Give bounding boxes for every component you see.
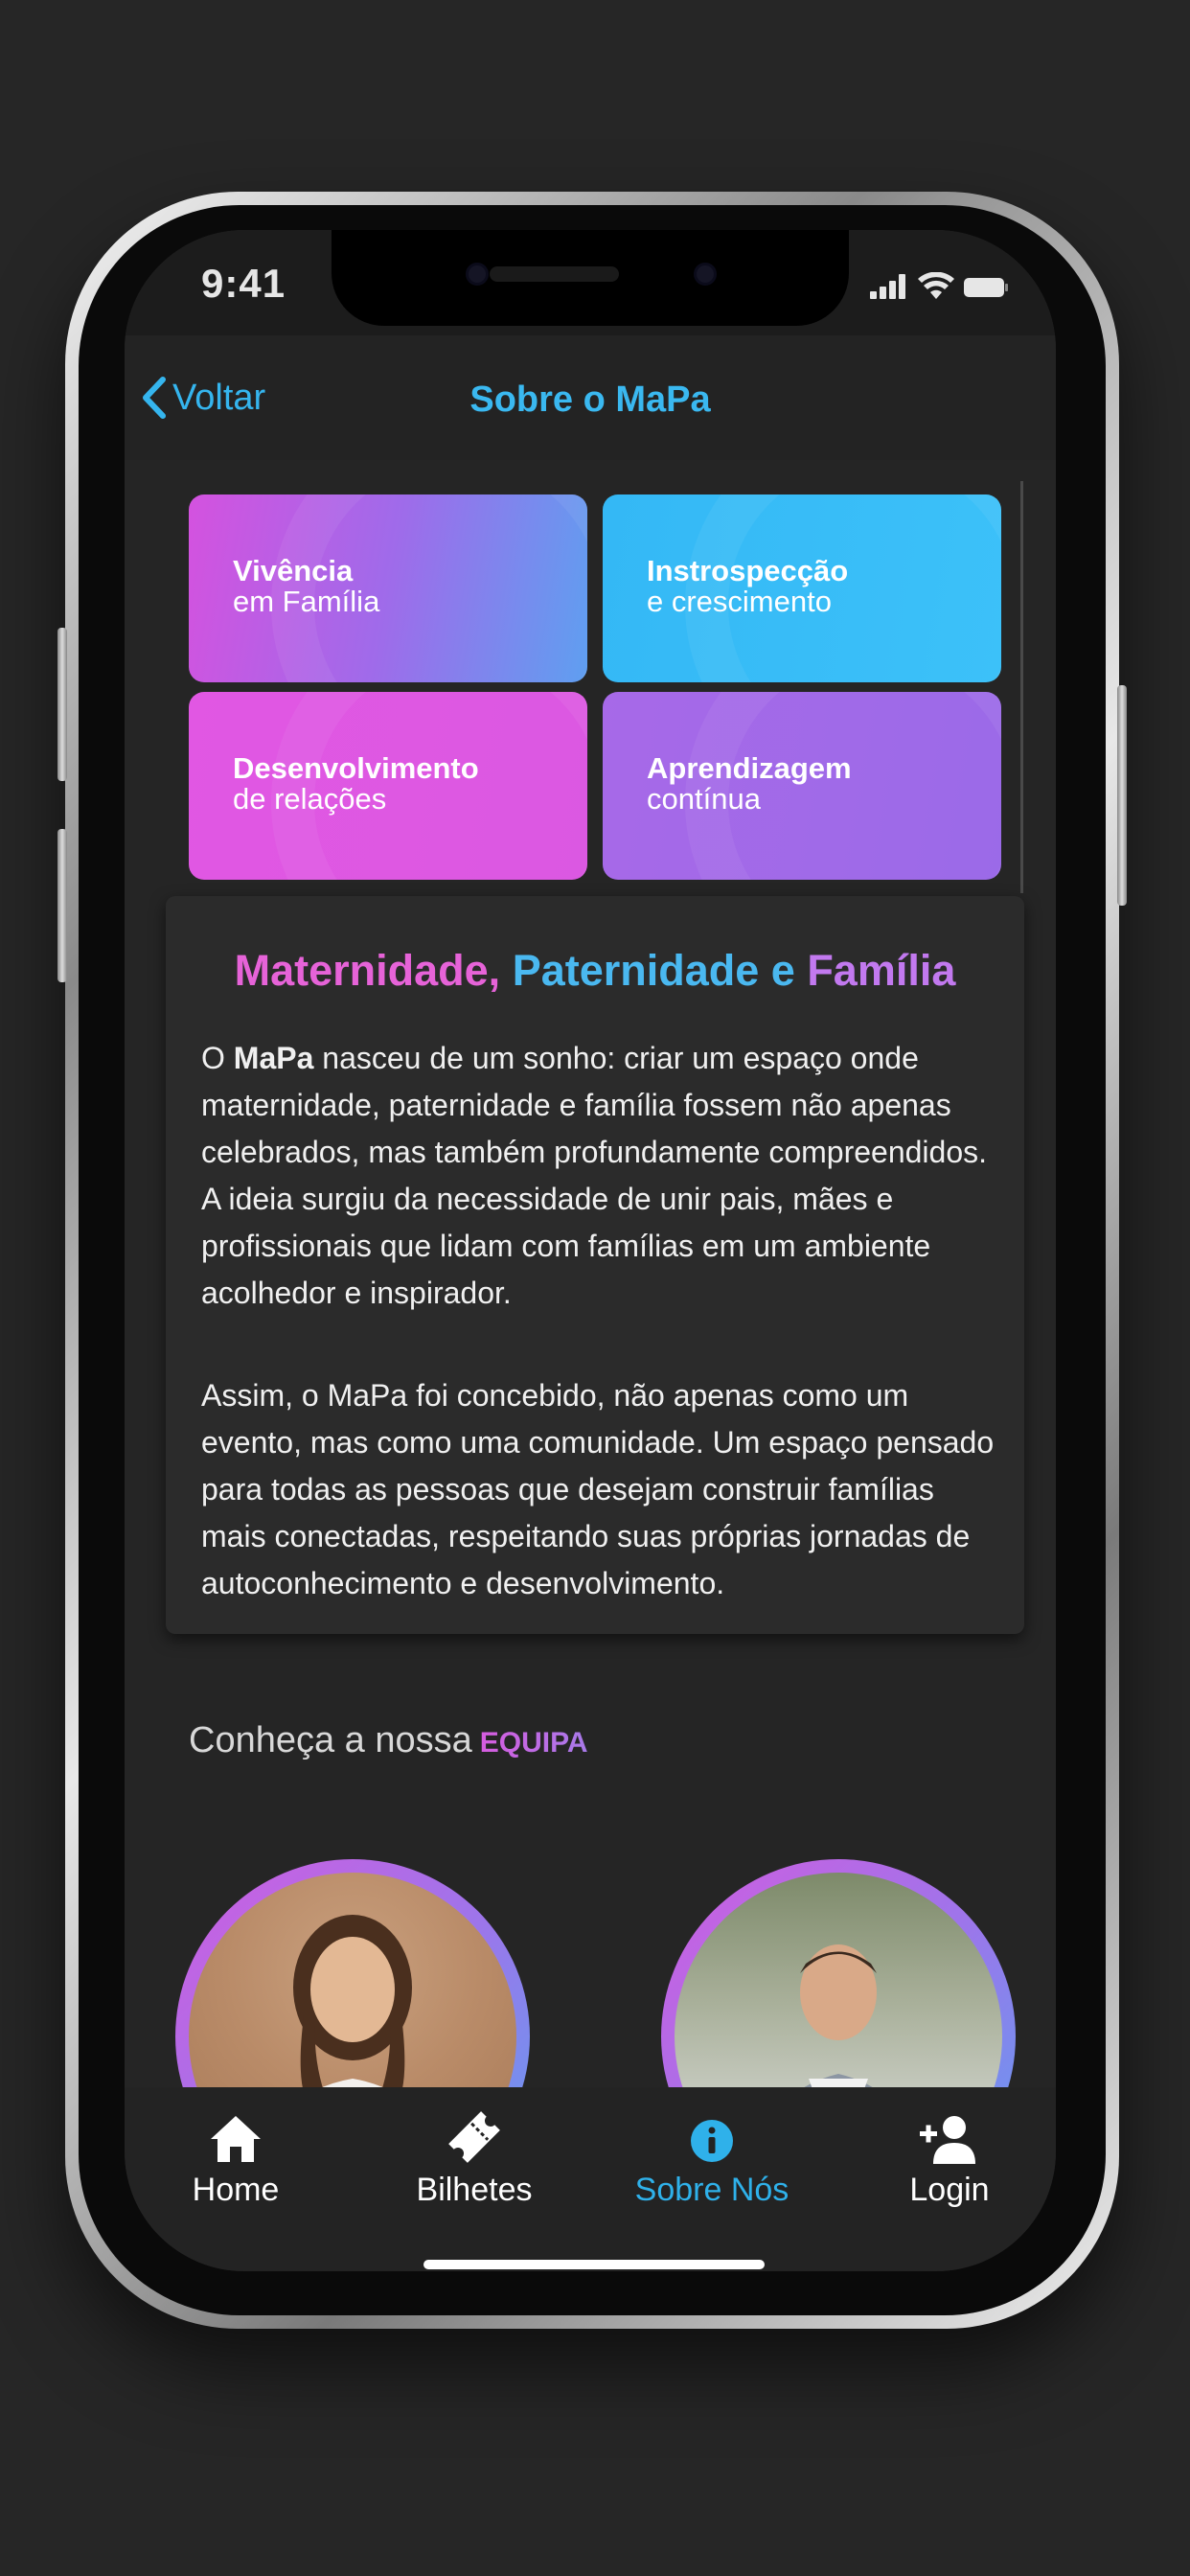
home-indicator[interactable]: [423, 2260, 765, 2269]
tile-title: Instrospecção: [647, 554, 849, 587]
tile-subtitle: de relações: [233, 782, 387, 816]
tab-bilhetes-label: Bilhetes: [416, 2172, 533, 2208]
battery-icon: [964, 278, 1008, 297]
tile-title: Aprendizagem: [647, 751, 852, 785]
p1-prefix: O: [201, 1041, 234, 1075]
tile-subtitle: contínua: [647, 782, 761, 816]
title-maternidade: Maternidade: [234, 946, 489, 995]
tile-subtitle: e crescimento: [647, 585, 832, 618]
power-button: [1117, 685, 1127, 906]
tab-login-label: Login: [909, 2172, 990, 2208]
home-icon: [211, 2116, 261, 2162]
page-title: Sobre o MaPa: [469, 380, 711, 420]
about-paragraph-1: O MaPa nasceu de um sonho: criar um espa…: [201, 1035, 996, 1317]
tab-home[interactable]: Home: [140, 2106, 332, 2209]
about-card: Maternidade, Paternidade e Família O MaP…: [166, 896, 1024, 1634]
volume-button: [57, 829, 67, 982]
title-paternidade: Paternidade e: [512, 946, 808, 995]
p1-rest: nasceu de um sonho: criar um espaço onde…: [201, 1041, 987, 1310]
title-familia: Família: [807, 946, 956, 995]
tab-home-label: Home: [192, 2172, 280, 2208]
wifi-icon: [918, 272, 954, 299]
signal-icon: [870, 274, 905, 299]
silent-switch: [57, 628, 67, 781]
about-paragraph-2: Assim, o MaPa foi concebido, não apenas …: [201, 1378, 995, 1600]
tile-instrospeccao[interactable]: Instrospecção e crescimento: [603, 494, 1001, 682]
tile-aprendizagem[interactable]: Aprendizagem contínua: [603, 692, 1001, 880]
earpiece-speaker: [490, 266, 619, 282]
tile-subtitle: em Família: [233, 585, 380, 618]
info-icon: [691, 2120, 733, 2162]
about-title: Maternidade, Paternidade e Família: [166, 946, 1024, 996]
tab-bar: Home Bilhetes Sobre Nós Login: [125, 2087, 1056, 2271]
tab-sobre-nos-label: Sobre Nós: [634, 2172, 790, 2208]
status-bar: 9:41: [125, 230, 1056, 335]
front-camera: [466, 263, 489, 286]
tab-sobre-nos[interactable]: Sobre Nós: [616, 2106, 808, 2209]
face-sensor: [694, 263, 717, 286]
tile-vivencia[interactable]: Vivência em Família: [189, 494, 587, 682]
tab-login[interactable]: Login: [854, 2106, 1045, 2209]
topic-tiles: Vivência em Família Instrospecção e cres…: [189, 494, 1003, 880]
user-plus-icon: [920, 2116, 975, 2164]
tile-title: Vivência: [233, 554, 354, 587]
tab-bilhetes[interactable]: Bilhetes: [378, 2106, 570, 2209]
ticket-icon: [448, 2111, 500, 2163]
team-heading-highlight: EQUIPA: [479, 1727, 588, 1759]
status-time: 9:41: [201, 261, 286, 306]
team-heading: Conheça a nossa EQUIPA: [189, 1720, 588, 1761]
scroll-indicator[interactable]: [1020, 481, 1023, 893]
about-text: O MaPa nasceu de um sonho: criar um espa…: [201, 1035, 996, 1663]
tile-title: Desenvolvimento: [233, 751, 479, 785]
navigation-bar: Voltar Sobre o MaPa: [125, 335, 1056, 460]
p1-brand: MaPa: [233, 1041, 314, 1075]
notch: [332, 230, 849, 326]
team-heading-prefix: Conheça a nossa: [189, 1720, 472, 1760]
status-icons: [870, 272, 1008, 299]
tile-desenvolvimento[interactable]: Desenvolvimento de relações: [189, 692, 587, 880]
title-comma: ,: [488, 946, 513, 995]
app-screen: 9:41 Voltar Sobre o MaPa Vivência em Fam…: [125, 230, 1056, 2271]
